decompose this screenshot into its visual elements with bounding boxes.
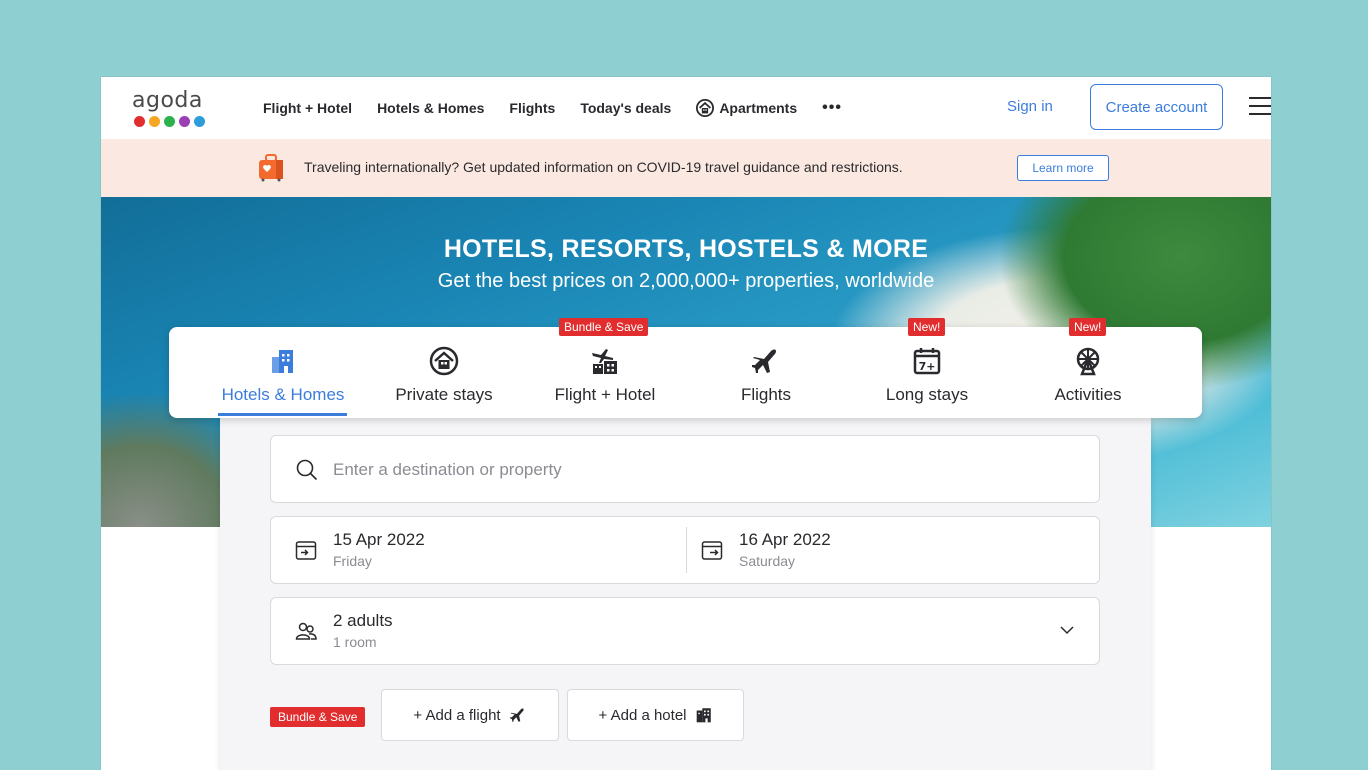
hamburger-menu-icon[interactable] <box>1249 97 1271 117</box>
building-icon <box>272 350 293 373</box>
more-menu-button[interactable]: ••• <box>822 99 842 117</box>
tab-private-stays[interactable]: Private stays <box>369 327 519 418</box>
checkin-calendar-icon <box>295 541 317 560</box>
hotel-building-icon <box>696 708 711 723</box>
ferris-wheel-icon <box>1076 347 1100 376</box>
guests-main-text: 2 adults <box>333 611 393 630</box>
nav-hotels-homes[interactable]: Hotels & Homes <box>377 100 484 116</box>
add-flight-label: + Add a flight <box>413 706 501 724</box>
nav-label: Today's deals <box>580 100 672 116</box>
logo-dot <box>134 116 145 127</box>
bundle-row: Bundle & Save + Add a flight + Add a hot… <box>270 689 870 741</box>
search-icon <box>296 459 318 481</box>
checkout-date[interactable]: 16 Apr 2022 Saturday <box>677 517 1087 583</box>
tab-label: Long stays <box>885 385 969 404</box>
tab-label: Flights <box>740 385 792 404</box>
product-tabs: Hotels & Homes Private stays Flight + Ho… <box>169 318 1202 418</box>
agoda-logo[interactable]: agoda <box>132 89 212 129</box>
search-panel: 15 Apr 2022 Friday 16 Apr 2022 Saturday <box>220 417 1151 770</box>
chevron-down-icon <box>1060 626 1074 635</box>
site-header: agoda Flight + Hotel Hotels & Homes Flig… <box>101 77 1271 139</box>
tab-flight-hotel[interactable]: Flight + Hotel <box>530 327 680 418</box>
covid-banner: Traveling internationally? Get updated i… <box>101 139 1271 197</box>
logo-dot <box>179 116 190 127</box>
checkout-date-text: 16 Apr 2022 <box>739 530 831 549</box>
top-nav: Flight + Hotel Hotels & Homes Flights To… <box>263 77 867 139</box>
flight-hotel-icon <box>592 349 617 374</box>
bundle-save-badge: Bundle & Save <box>270 707 366 727</box>
checkin-day-text: Friday <box>333 553 372 569</box>
nav-label: Flights <box>509 100 556 116</box>
destination-field[interactable] <box>270 435 1100 503</box>
learn-more-button[interactable]: Learn more <box>1017 155 1109 181</box>
airplane-icon <box>752 349 776 373</box>
active-tab-indicator <box>218 413 347 416</box>
guests-icon <box>295 622 317 640</box>
add-hotel-label: + Add a hotel <box>598 706 687 724</box>
dates-field: 15 Apr 2022 Friday 16 Apr 2022 Saturday <box>270 516 1100 584</box>
tab-flights[interactable]: Flights <box>691 327 841 418</box>
svg-text:7+: 7+ <box>919 360 936 373</box>
suitcase-heart-icon <box>259 154 283 182</box>
logo-dot <box>149 116 160 127</box>
nav-flights[interactable]: Flights <box>509 100 555 116</box>
checkout-day-text: Saturday <box>739 553 796 569</box>
tab-long-stays[interactable]: 7+ Long stays <box>852 327 1002 418</box>
tab-label: Activities <box>1054 385 1122 404</box>
logo-dot <box>164 116 175 127</box>
nav-label: Hotels & Homes <box>377 100 485 116</box>
checkout-calendar-icon <box>701 541 723 560</box>
destination-input[interactable] <box>333 456 1073 484</box>
tab-label: Hotels & Homes <box>221 385 345 404</box>
nav-flight-hotel[interactable]: Flight + Hotel <box>263 100 352 116</box>
tab-hotels-homes[interactable]: Hotels & Homes <box>208 327 358 418</box>
nav-todays-deals[interactable]: Today's deals <box>580 100 671 116</box>
logo-text: agoda <box>132 88 203 113</box>
tab-activities[interactable]: Activities <box>1013 327 1163 418</box>
checkin-date[interactable]: 15 Apr 2022 Friday <box>271 517 681 583</box>
airplane-icon <box>509 708 524 722</box>
sign-in-link[interactable]: Sign in <box>1007 98 1053 115</box>
hero-title: HOTELS, RESORTS, HOSTELS & MORE <box>443 235 929 263</box>
bundle-save-badge: Bundle & Save <box>559 318 649 336</box>
guests-sub-text: 1 room <box>333 634 377 650</box>
browser-window: agoda Flight + Hotel Hotels & Homes Flig… <box>101 77 1271 770</box>
new-badge: New! <box>1069 318 1107 336</box>
nav-apartments[interactable]: Apartments <box>696 99 797 117</box>
hero-subtitle: Get the best prices on 2,000,000+ proper… <box>437 270 935 292</box>
tab-label: Flight + Hotel <box>554 385 656 404</box>
create-account-button[interactable]: Create account <box>1090 84 1223 130</box>
new-badge: New! <box>908 318 946 336</box>
logo-dot <box>194 116 205 127</box>
calendar-7-icon: 7+ <box>913 348 941 375</box>
house-icon <box>429 346 459 376</box>
logo-dots <box>134 116 212 127</box>
tab-label: Private stays <box>395 385 493 404</box>
nav-label: Flight + Hotel <box>263 100 353 116</box>
apartment-icon <box>696 99 715 117</box>
add-hotel-button[interactable]: + Add a hotel <box>567 689 744 741</box>
checkin-date-text: 15 Apr 2022 <box>333 530 425 549</box>
nav-label: Apartments <box>719 100 798 116</box>
guests-field[interactable]: 2 adults 1 room <box>270 597 1100 665</box>
add-flight-button[interactable]: + Add a flight <box>381 689 559 741</box>
banner-text: Traveling internationally? Get updated i… <box>304 159 903 175</box>
